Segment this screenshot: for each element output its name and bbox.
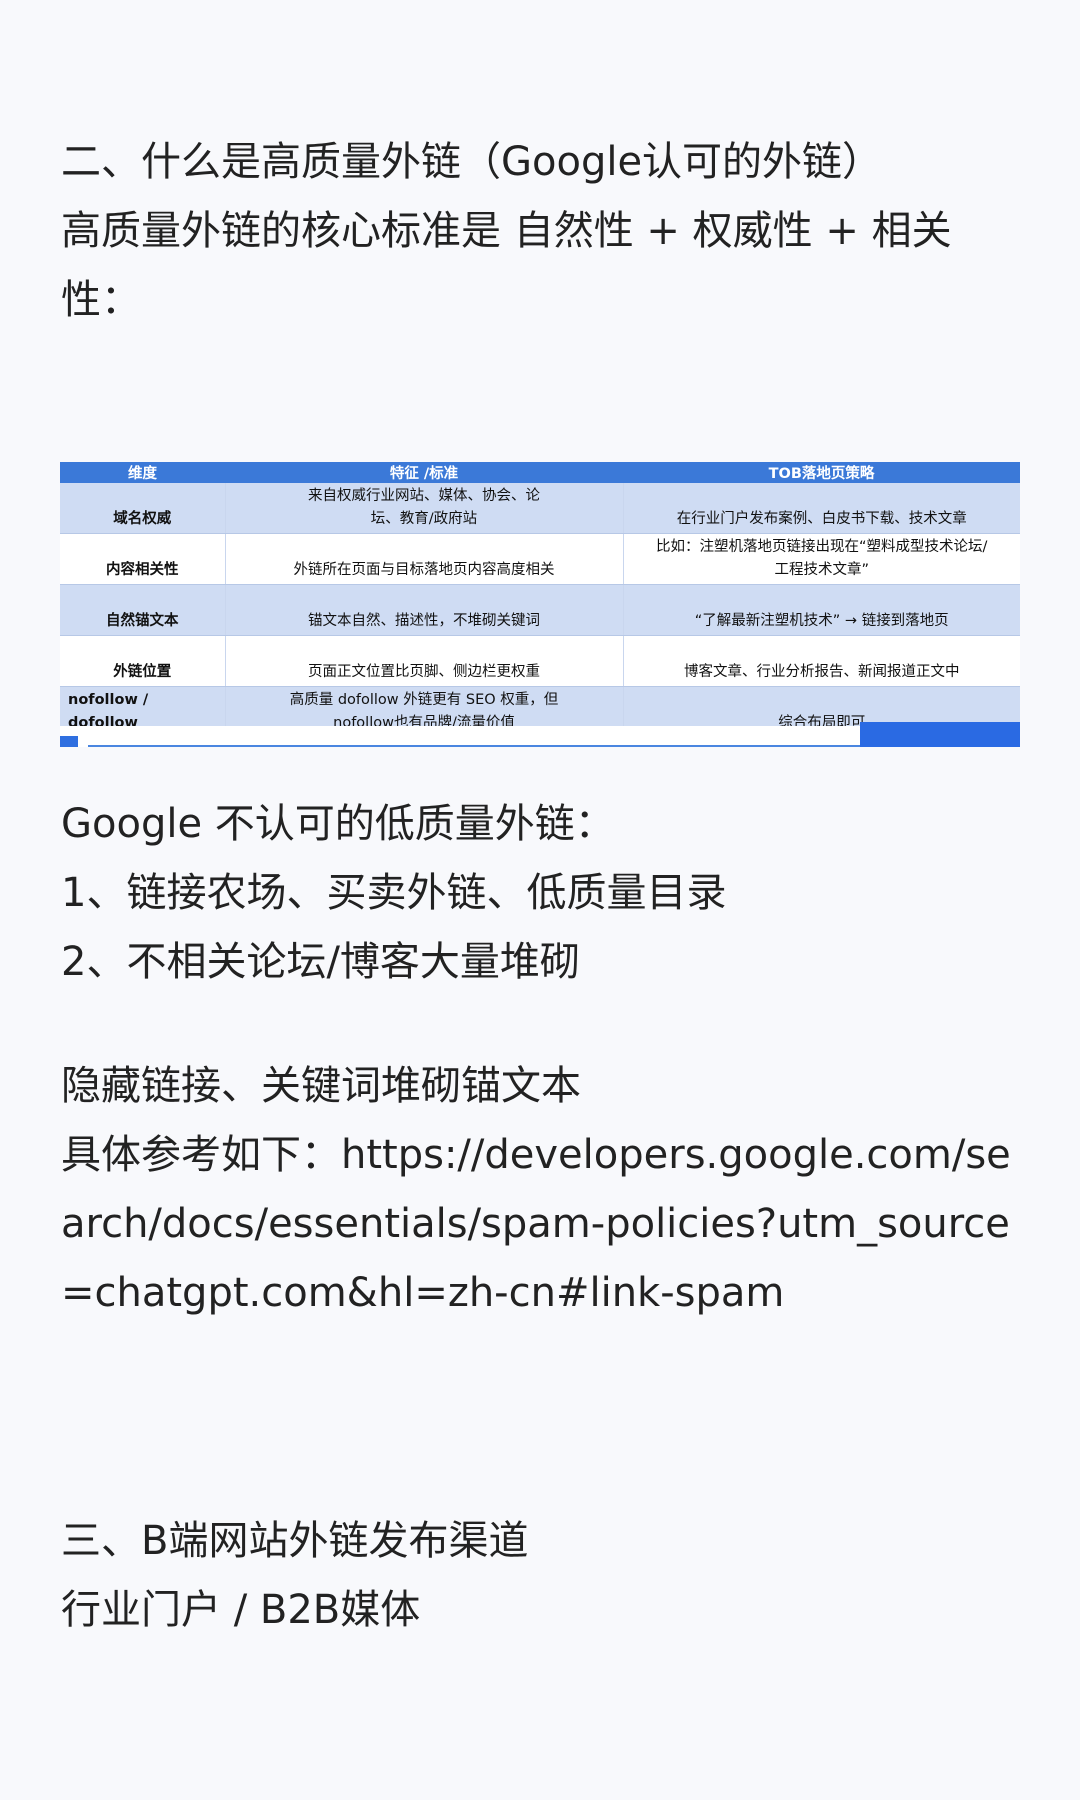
header-dimension: 维度 [60, 462, 225, 483]
cell-strategy: “了解最新注塑机技术” → 链接到落地页 [623, 584, 1020, 636]
channel-text: 行业门户 / B2B媒体 [61, 1587, 421, 1633]
cell-feature: 页面正文位置比页脚、侧边栏更权重 [225, 635, 624, 687]
core-standard-text: 高质量外链的核心标准是 自然性 + 权威性 + 相关性： [61, 208, 952, 323]
table-row: 外链位置 页面正文位置比页脚、侧边栏更权重 博客文章、行业分析报告、新闻报道正文… [60, 635, 1020, 687]
cell-dimension: 自然锚文本 [60, 584, 226, 636]
comparison-table: 维度 特征 /标准 TOB落地页策略 域名权威 来自权威行业网站、媒体、协会、论… [60, 462, 1020, 738]
cell-strategy: 博客文章、行业分析报告、新闻报道正文中 [623, 635, 1020, 687]
table-scroll-line [88, 745, 910, 747]
table-row: 自然锚文本 锚文本自然、描述性，不堆砌关键词 “了解最新注塑机技术” → 链接到… [60, 584, 1020, 636]
comparison-table-image: 维度 特征 /标准 TOB落地页策略 域名权威 来自权威行业网站、媒体、协会、论… [60, 462, 1020, 747]
cell-dimension: 内容相关性 [60, 533, 226, 585]
table-header-row: 维度 特征 /标准 TOB落地页策略 [60, 462, 1020, 483]
header-feature: 特征 /标准 [225, 462, 623, 483]
cell-dimension: 外链位置 [60, 635, 226, 687]
low-quality-item-2: 2、不相关论坛/博客大量堆砌 [61, 939, 580, 985]
table-row: 域名权威 来自权威行业网站、媒体、协会、论坛、教育/政府站 在行业门户发布案例、… [60, 483, 1020, 534]
cell-strategy: 比如：注塑机落地页链接出现在“塑料成型技术论坛/工程技术文章” [623, 533, 1020, 585]
low-quality-item-1: 1、链接农场、买卖外链、低质量目录 [61, 870, 727, 916]
table-corner-marker [60, 736, 78, 747]
cell-strategy: 在行业门户发布案例、白皮书下载、技术文章 [623, 483, 1020, 534]
section-2-heading: 二、什么是高质量外链（Google认可的外链） [61, 139, 883, 185]
cell-dimension: 域名权威 [60, 483, 226, 534]
cell-feature: 锚文本自然、描述性，不堆砌关键词 [225, 584, 624, 636]
cell-feature: 外链所在页面与目标落地页内容高度相关 [225, 533, 624, 585]
header-strategy: TOB落地页策略 [623, 462, 1020, 483]
table-row: 内容相关性 外链所在页面与目标落地页内容高度相关 比如：注塑机落地页链接出现在“… [60, 533, 1020, 585]
section-3-heading: 三、B端网站外链发布渠道 [61, 1518, 529, 1564]
hidden-links-text: 隐藏链接、关键词堆砌锚文本 [61, 1063, 581, 1109]
table-corner-block [860, 722, 1020, 747]
cell-feature: 来自权威行业网站、媒体、协会、论坛、教育/政府站 [225, 483, 624, 534]
reference-link-text: 具体参考如下：https://developers.google.com/sea… [61, 1132, 1011, 1316]
low-quality-title: Google 不认可的低质量外链： [61, 801, 615, 847]
